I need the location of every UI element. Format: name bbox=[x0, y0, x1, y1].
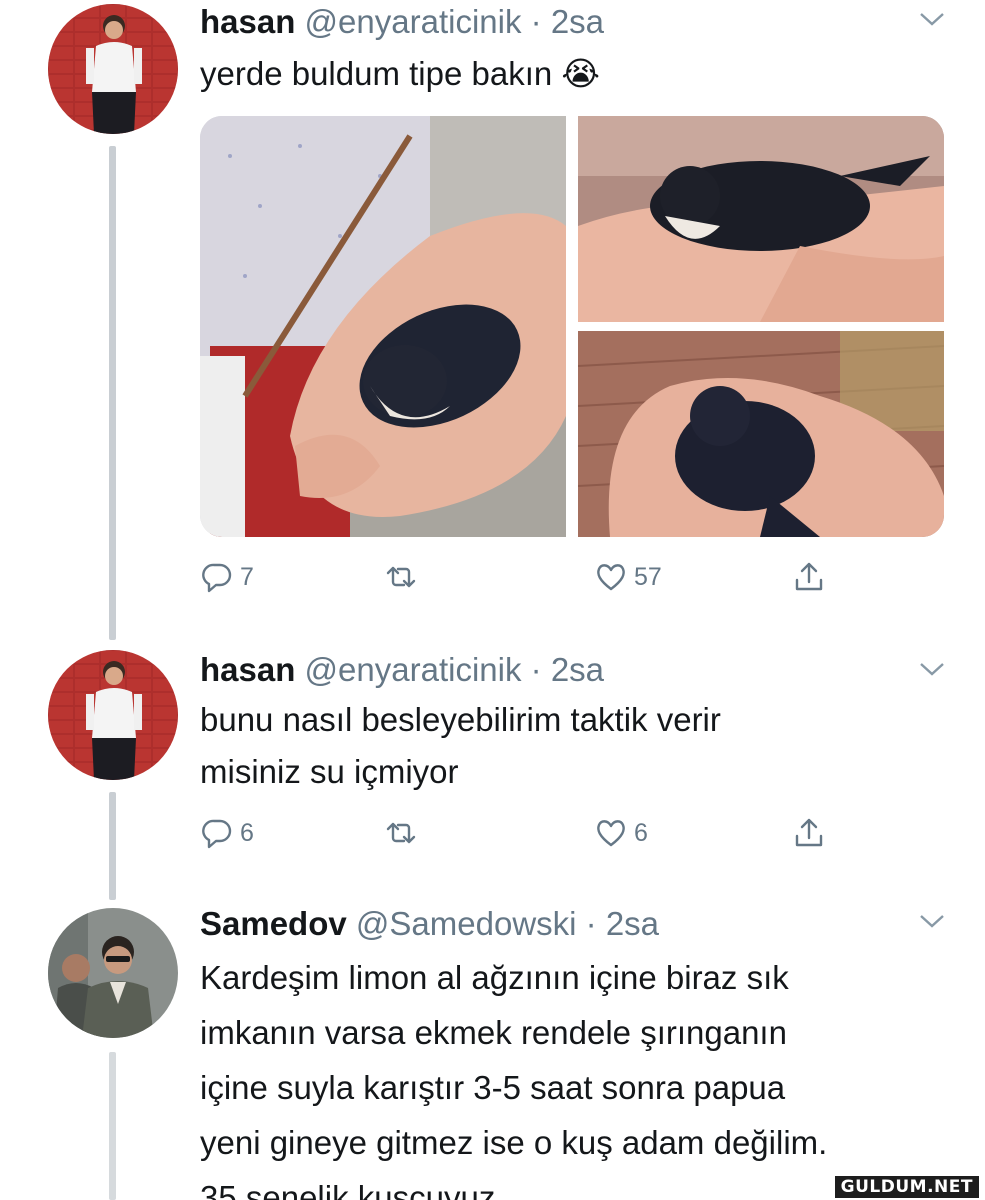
retweet-icon bbox=[386, 566, 416, 588]
tweet-text-line: Kardeşim limon al ağzının içine biraz sı… bbox=[200, 959, 789, 996]
avatar[interactable] bbox=[48, 650, 178, 780]
chevron-down-icon[interactable] bbox=[917, 8, 947, 30]
user-handle[interactable]: @enyaraticinik bbox=[305, 651, 522, 688]
photo-2[interactable] bbox=[578, 116, 944, 322]
heart-icon bbox=[597, 820, 625, 847]
reply-icon bbox=[202, 819, 232, 849]
thread-line bbox=[109, 146, 116, 640]
tweet-media[interactable] bbox=[200, 116, 944, 537]
tweet-header: hasan @enyaraticinik · 2sa bbox=[200, 2, 604, 42]
tweet-text-line: imkanın varsa ekmek rendele şırınganın bbox=[200, 1014, 787, 1051]
display-name[interactable]: hasan bbox=[200, 3, 295, 40]
tweet-text-line: bunu nasıl besleyebilirim taktik verir bbox=[200, 701, 721, 738]
tweet-text: Kardeşim limon al ağzının içine biraz sı… bbox=[200, 950, 960, 1200]
separator: · bbox=[530, 651, 542, 688]
avatar[interactable] bbox=[48, 908, 178, 1038]
like-action[interactable]: 6 bbox=[594, 816, 648, 850]
avatar-image bbox=[48, 4, 178, 134]
separator: · bbox=[585, 905, 597, 942]
share-icon bbox=[795, 818, 823, 847]
timestamp[interactable]: 2sa bbox=[551, 651, 604, 688]
tweet-text-line: içine suyla karıştır 3-5 saat sonra papu… bbox=[200, 1069, 786, 1106]
tweet-text-line: misiniz su içmiyor bbox=[200, 753, 459, 790]
avatar-image bbox=[48, 908, 178, 1038]
user-handle[interactable]: @Samedowski bbox=[356, 905, 577, 942]
avatar[interactable] bbox=[48, 4, 178, 134]
share-action[interactable] bbox=[792, 816, 826, 850]
reply-action[interactable]: 6 bbox=[200, 816, 254, 850]
photo-1[interactable] bbox=[200, 116, 566, 537]
like-count: 6 bbox=[634, 818, 648, 847]
reply-icon bbox=[202, 563, 232, 593]
like-count: 57 bbox=[634, 562, 662, 591]
thread-line bbox=[109, 792, 116, 900]
reply-action[interactable]: 7 bbox=[200, 560, 254, 594]
tweet-text: bunu nasıl besleyebilirim taktik verir m… bbox=[200, 694, 960, 798]
display-name[interactable]: hasan bbox=[200, 651, 295, 688]
avatar-image bbox=[48, 650, 178, 780]
retweet-icon bbox=[386, 822, 416, 844]
retweet-action[interactable] bbox=[384, 560, 424, 594]
timestamp[interactable]: 2sa bbox=[606, 905, 659, 942]
timestamp[interactable]: 2sa bbox=[551, 3, 604, 40]
tweet-text: yerde buldum tipe bakın 😭 bbox=[200, 55, 600, 92]
reply-count: 7 bbox=[240, 562, 254, 591]
tweet-header: hasan @enyaraticinik · 2sa bbox=[200, 650, 604, 690]
tweet-actions: 7 57 bbox=[200, 560, 840, 600]
display-name[interactable]: Samedov bbox=[200, 905, 347, 942]
tweet-2[interactable]: hasan @enyaraticinik · 2sa bunu nasıl be… bbox=[0, 650, 985, 900]
share-action[interactable] bbox=[792, 560, 826, 594]
tweet-1[interactable]: hasan @enyaraticinik · 2sa yerde buldum … bbox=[0, 0, 985, 640]
tweet-header: Samedov @Samedowski · 2sa bbox=[200, 904, 659, 944]
user-handle[interactable]: @enyaraticinik bbox=[305, 3, 522, 40]
retweet-action[interactable] bbox=[384, 816, 424, 850]
site-watermark: GULDUM.NET bbox=[834, 1176, 979, 1198]
like-action[interactable]: 57 bbox=[594, 560, 662, 594]
chevron-down-icon[interactable] bbox=[917, 910, 947, 932]
separator: · bbox=[530, 3, 542, 40]
tweet-actions: 6 6 bbox=[200, 816, 840, 856]
share-icon bbox=[795, 562, 823, 591]
tweet-text-line: yeni gineye gitmez ise o kuş adam değili… bbox=[200, 1124, 828, 1161]
tweet-3[interactable]: Samedov @Samedowski · 2sa Kardeşim limon… bbox=[0, 902, 985, 1200]
reply-count: 6 bbox=[240, 818, 254, 847]
heart-icon bbox=[597, 564, 625, 591]
media-grid bbox=[200, 116, 944, 537]
photo-3[interactable] bbox=[577, 331, 944, 537]
chevron-down-icon[interactable] bbox=[917, 658, 947, 680]
thread-line bbox=[109, 1052, 116, 1200]
